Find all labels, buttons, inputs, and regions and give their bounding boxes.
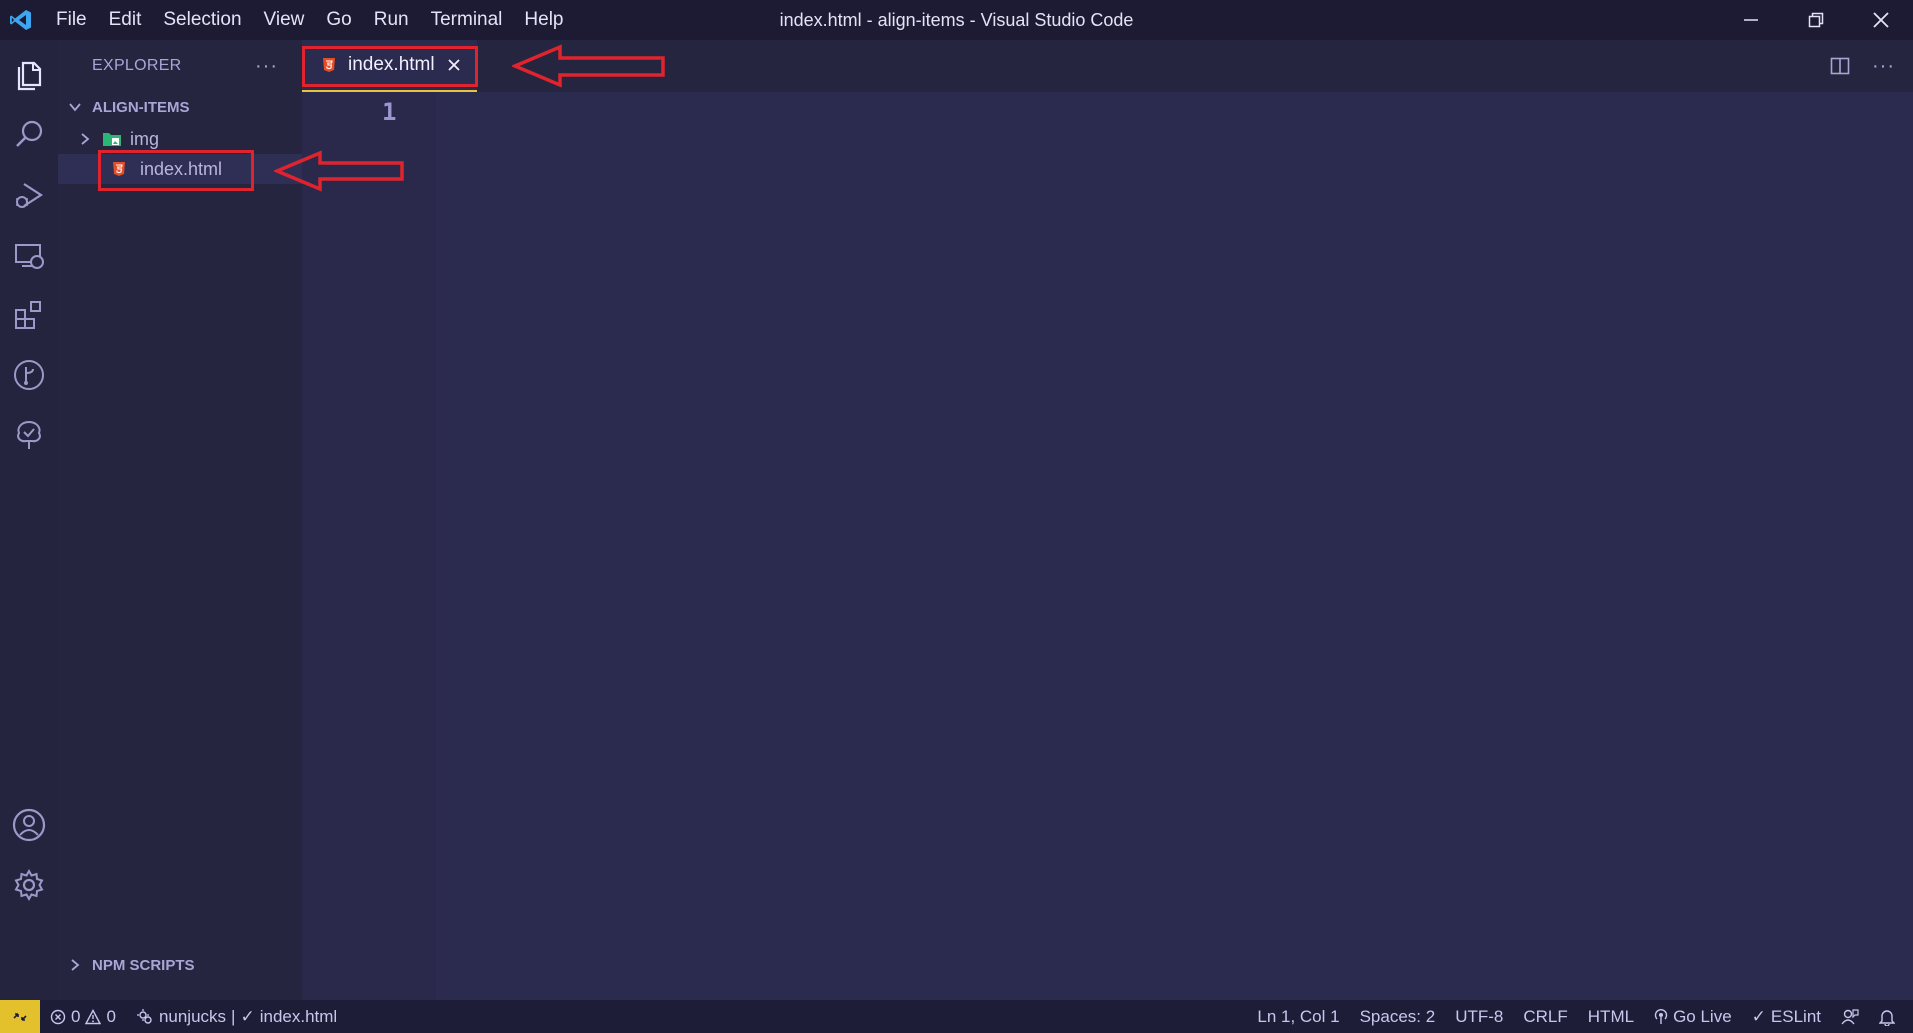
remote-explorer-icon[interactable]	[0, 226, 58, 284]
feedback-button[interactable]	[1831, 1008, 1869, 1026]
menu-edit[interactable]: Edit	[98, 0, 153, 40]
title-bar: File Edit Selection View Go Run Terminal…	[0, 0, 1913, 40]
double-check-icon: ✓	[1751, 1006, 1766, 1026]
minimize-button[interactable]	[1718, 0, 1783, 40]
eslint-indicator[interactable]: ✓ ESLint	[1742, 1007, 1831, 1027]
template-engine-label: nunjucks	[158, 1006, 227, 1026]
vscode-logo-icon	[0, 0, 42, 40]
checked-file-label: index.html	[259, 1006, 338, 1026]
menu-run[interactable]: Run	[363, 0, 420, 40]
split-editor-icon[interactable]	[1830, 56, 1850, 76]
chevron-right-icon	[58, 958, 92, 972]
restore-icon	[1808, 12, 1823, 28]
restore-button[interactable]	[1783, 0, 1848, 40]
editor-area[interactable]: 1	[302, 92, 1913, 1000]
bell-icon	[1879, 1009, 1895, 1026]
eslint-label: ESLint	[1770, 1006, 1821, 1026]
feedback-icon	[1841, 1008, 1859, 1024]
line-number: 1	[382, 98, 397, 126]
image-folder-icon	[102, 131, 122, 147]
broadcast-icon	[1654, 1008, 1668, 1024]
window-controls	[1718, 0, 1913, 40]
template-indicator[interactable]: nunjucks | ✓ index.html	[126, 1007, 347, 1027]
menu-file[interactable]: File	[42, 0, 98, 40]
npm-scripts-section-header[interactable]: NPM SCRIPTS	[58, 950, 302, 980]
warning-icon	[85, 1008, 102, 1024]
status-bar-right: Ln 1, Col 1 Spaces: 2 UTF-8 CRLF HTML Go…	[1247, 1000, 1905, 1033]
menu-help[interactable]: Help	[513, 0, 574, 40]
line-endings[interactable]: CRLF	[1513, 1007, 1577, 1027]
cursor-position[interactable]: Ln 1, Col 1	[1247, 1007, 1349, 1027]
annotation-highlight-tab	[302, 46, 478, 87]
extensions-icon[interactable]	[0, 286, 58, 344]
account-icon[interactable]	[0, 796, 58, 854]
menu-bar: File Edit Selection View Go Run Terminal…	[42, 0, 575, 40]
indentation[interactable]: Spaces: 2	[1350, 1007, 1446, 1027]
minimize-icon	[1743, 19, 1758, 21]
annotation-highlight-file	[98, 150, 254, 191]
search-icon[interactable]	[0, 106, 58, 164]
menu-view[interactable]: View	[253, 0, 316, 40]
remote-indicator-icon[interactable]	[0, 1000, 40, 1033]
more-actions-icon[interactable]: ···	[255, 55, 278, 78]
editor-actions: ···	[1830, 40, 1895, 92]
settings-gear-icon[interactable]	[0, 856, 58, 914]
sidebar-header: EXPLORER ···	[58, 40, 302, 92]
chevron-right-icon	[58, 132, 92, 146]
annotation-arrow-file	[274, 150, 404, 192]
chevron-down-icon	[58, 100, 92, 114]
close-icon	[1872, 12, 1889, 28]
problems-indicator[interactable]: 0 0	[40, 1007, 126, 1027]
gear-group-icon	[136, 1008, 152, 1024]
warning-count: 0	[106, 1006, 116, 1026]
menu-go[interactable]: Go	[315, 0, 362, 40]
error-count: 0	[71, 1006, 81, 1026]
line-number-gutter: 1	[302, 92, 436, 1000]
explorer-icon[interactable]	[0, 46, 58, 104]
go-live-button[interactable]: Go Live	[1644, 1007, 1742, 1027]
activity-bar	[0, 40, 58, 1000]
folder-name: ALIGN-ITEMS	[92, 98, 190, 116]
sidebar-title: EXPLORER	[92, 57, 182, 74]
notifications-button[interactable]	[1869, 1008, 1905, 1026]
separator: |	[231, 1006, 236, 1026]
more-actions-icon[interactable]: ···	[1872, 55, 1895, 78]
run-debug-icon[interactable]	[0, 166, 58, 224]
folder-section-header[interactable]: ALIGN-ITEMS	[58, 92, 302, 122]
npm-scripts-label: NPM SCRIPTS	[92, 956, 195, 974]
go-live-label: Go Live	[1673, 1006, 1732, 1026]
tree-icon[interactable]	[0, 406, 58, 464]
menu-selection[interactable]: Selection	[152, 0, 252, 40]
error-icon	[50, 1009, 66, 1024]
encoding[interactable]: UTF-8	[1445, 1007, 1513, 1027]
close-window-button[interactable]	[1848, 0, 1913, 40]
check-icon: ✓	[240, 1006, 255, 1026]
source-control-icon[interactable]	[0, 346, 58, 404]
menu-terminal[interactable]: Terminal	[420, 0, 514, 40]
language-mode[interactable]: HTML	[1578, 1007, 1644, 1027]
annotation-arrow-tab	[512, 44, 665, 88]
tree-item-label: img	[130, 128, 160, 149]
status-bar: 0 0 nunjucks | ✓ index.html Ln 1, Col 1 …	[0, 1000, 1913, 1033]
